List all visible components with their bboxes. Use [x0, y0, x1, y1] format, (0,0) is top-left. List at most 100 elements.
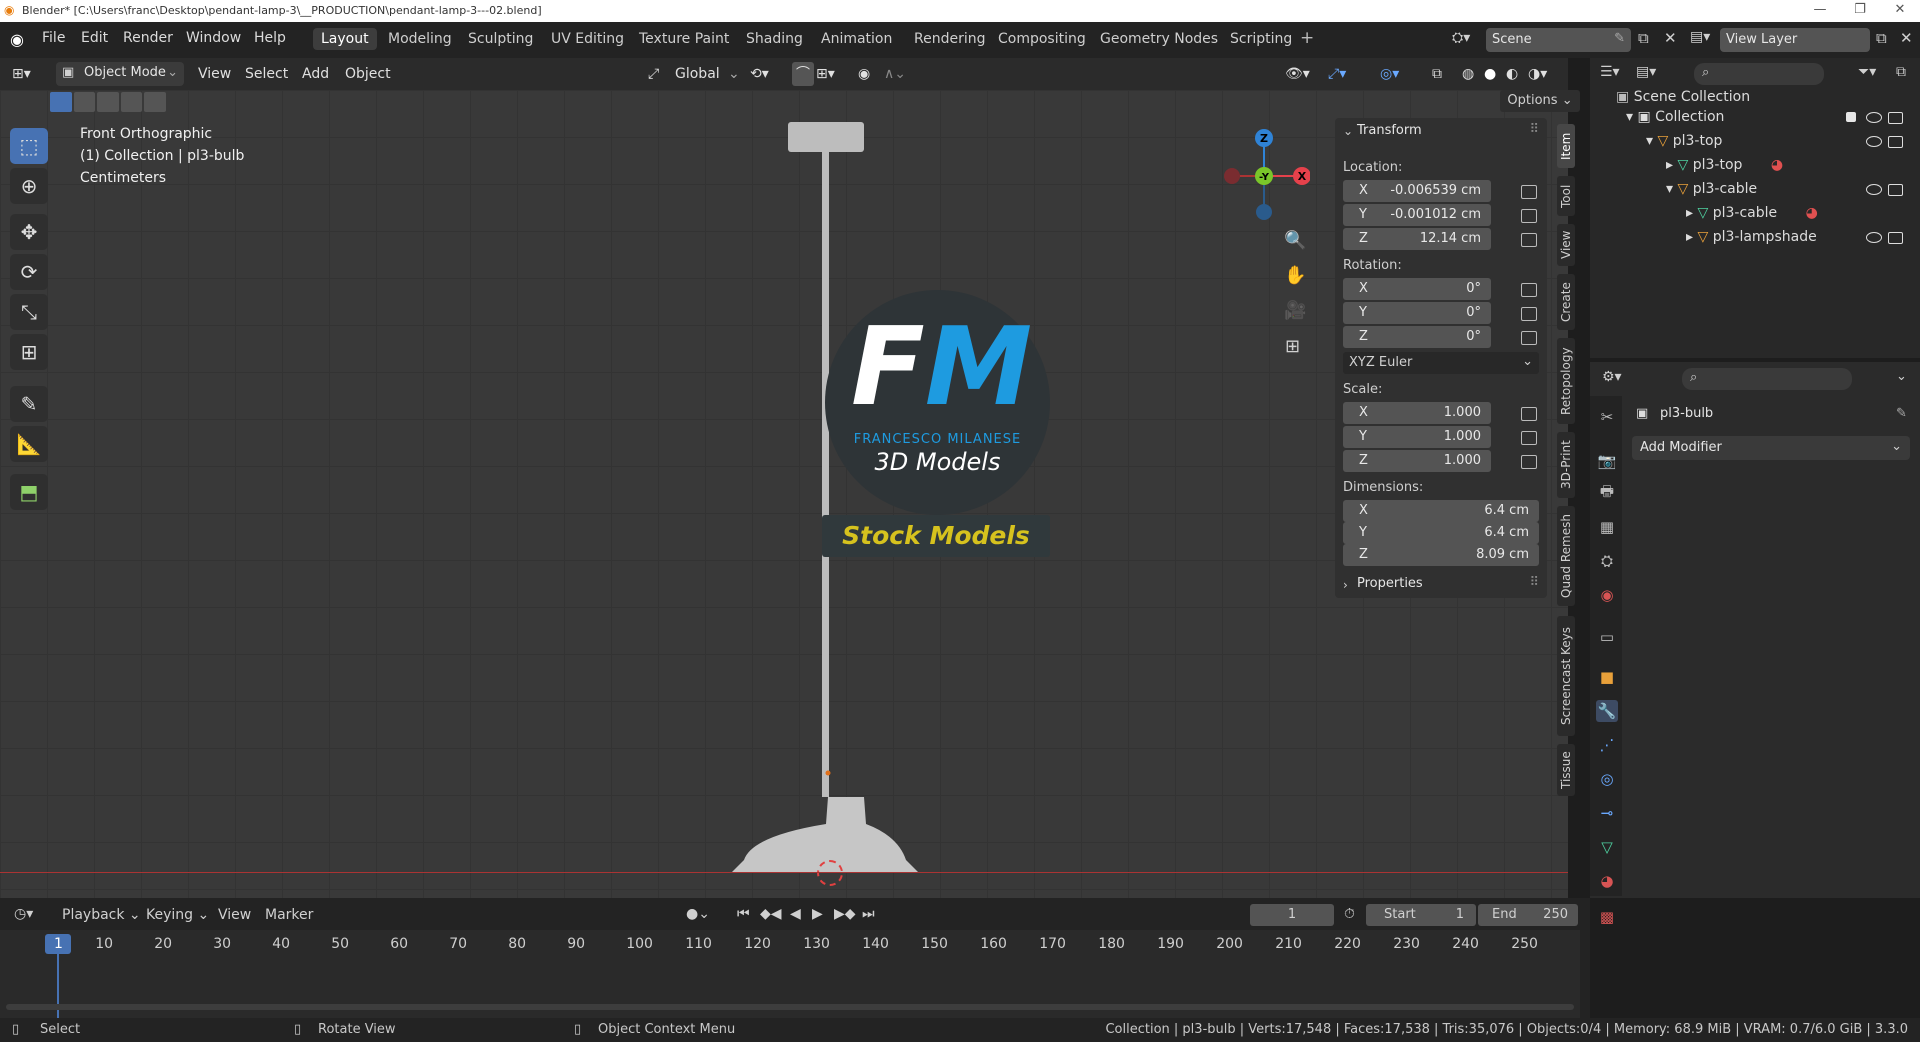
camera-icon[interactable] [1888, 184, 1903, 196]
expand-chevron-icon[interactable]: › [1343, 578, 1348, 592]
wireframe-shading-icon[interactable]: ◍ [1462, 62, 1474, 86]
material-shading-icon[interactable]: ◐ [1506, 62, 1518, 86]
select-subtract-icon[interactable] [97, 92, 119, 112]
world-props-icon[interactable]: ◉ [1596, 584, 1618, 606]
editor-type-icon[interactable]: ⊞▾ [12, 62, 31, 86]
rotate-tool-icon[interactable]: ⟳ [10, 254, 48, 290]
menu-window[interactable]: Window [186, 30, 241, 46]
collapse-chevron-icon[interactable]: ⌄ [1343, 124, 1353, 138]
transform-tool-icon[interactable]: ⊞ [10, 334, 48, 370]
solid-shading-icon[interactable]: ● [1484, 62, 1496, 86]
camera-icon[interactable] [1888, 112, 1903, 124]
gizmo-neg-x-icon[interactable] [1224, 168, 1240, 184]
pan-hand-icon[interactable]: ✋ [1284, 265, 1306, 286]
camera-view-icon[interactable]: 🎥 [1284, 300, 1306, 321]
location-x-field[interactable]: X -0.006539 cm [1343, 180, 1491, 202]
current-frame-field[interactable]: 1 [1250, 904, 1334, 926]
collapse-icon[interactable]: ▾ [1646, 133, 1653, 149]
next-keyframe-icon[interactable]: ▶◆ [834, 906, 856, 922]
jump-end-icon[interactable]: ⏭ [862, 906, 875, 922]
tab-screencast-keys[interactable]: Screencast Keys [1557, 616, 1575, 736]
restore-icon[interactable]: ❐ [1840, 2, 1880, 17]
remove-scene-icon[interactable]: ✕ [1664, 29, 1677, 47]
scene-icon[interactable]: ⛭▾ [1452, 30, 1470, 46]
tab-quad-remesh[interactable]: Quad Remesh [1557, 506, 1575, 606]
new-scene-icon[interactable]: ⧉ [1638, 29, 1649, 47]
navigation-gizmo[interactable]: Z X -Y [1210, 128, 1310, 238]
drag-handle-icon[interactable]: ⠿ [1529, 575, 1539, 590]
move-tool-icon[interactable]: ✥ [10, 214, 48, 250]
menu-render[interactable]: Render [123, 30, 173, 46]
tab-sculpting[interactable]: Sculpting [460, 28, 541, 50]
rendered-shading-icon[interactable]: ◑▾ [1528, 62, 1547, 86]
menu-view[interactable]: View [198, 62, 231, 86]
properties-search-input[interactable]: ⌕ [1682, 368, 1852, 390]
particles-props-icon[interactable]: ⋰ [1596, 734, 1618, 756]
proportional-edit-icon[interactable]: ◉ [858, 62, 870, 86]
pivot-icon[interactable]: ⟲▾ [750, 62, 769, 86]
checkbox-icon[interactable] [1846, 112, 1856, 122]
output-props-icon[interactable]: 🖶 [1596, 482, 1618, 504]
tab-uv-editing[interactable]: UV Editing [543, 28, 632, 50]
options-button[interactable]: Options ⌄ [1500, 90, 1580, 112]
tool-props-icon[interactable]: ✂ [1596, 406, 1618, 428]
annotate-tool-icon[interactable]: ✎ [10, 386, 48, 422]
filter-icon[interactable]: ⏷▾ [1858, 64, 1876, 80]
lamp-canopy[interactable] [788, 122, 864, 152]
collection-props-icon[interactable]: ▭ [1596, 626, 1618, 648]
scale-x-field[interactable]: X 1.000 [1343, 402, 1491, 424]
tab-tissue[interactable]: Tissue [1557, 744, 1575, 796]
lock-icon[interactable] [1521, 331, 1537, 345]
mode-dropdown[interactable]: ▣ Object Mode ⌄ [56, 62, 184, 86]
playback-menu[interactable]: Playback ⌄ [62, 907, 141, 923]
menu-help[interactable]: Help [254, 30, 286, 46]
tab-texture-paint[interactable]: Texture Paint [631, 28, 737, 50]
add-workspace-icon[interactable]: + [1300, 28, 1314, 48]
menu-select[interactable]: Select [245, 62, 288, 86]
texture-props-icon[interactable]: ▩ [1596, 906, 1618, 928]
outliner-search-input[interactable]: ⌕ [1694, 63, 1824, 85]
tab-compositing[interactable]: Compositing [990, 28, 1094, 50]
new-view-layer-icon[interactable]: ⧉ [1876, 29, 1887, 47]
dimensions-y-field[interactable]: Y 6.4 cm [1343, 522, 1539, 544]
rotation-y-field[interactable]: Y 0° [1343, 302, 1491, 324]
menu-file[interactable]: File [42, 30, 65, 46]
expand-icon[interactable]: ▸ [1686, 229, 1693, 245]
tab-rendering[interactable]: Rendering [906, 28, 994, 50]
collapse-icon[interactable]: ▾ [1666, 181, 1673, 197]
lock-icon[interactable] [1521, 209, 1537, 223]
prev-keyframe-icon[interactable]: ◆◀ [760, 906, 782, 922]
camera-icon[interactable] [1888, 136, 1903, 148]
3d-viewport[interactable]: Front Orthographic (1) Collection | pl3-… [0, 90, 1580, 898]
view-layer-props-icon[interactable]: ▦ [1596, 516, 1618, 538]
eye-icon[interactable] [1866, 184, 1882, 195]
orientation-dropdown[interactable]: Global [675, 62, 720, 86]
modifier-props-icon[interactable]: 🔧 [1596, 700, 1618, 722]
outliner-row-pl3-lampshade[interactable]: ▸ ▽ pl3-lampshade [1686, 226, 1916, 248]
record-icon[interactable]: ●⌄ [686, 906, 710, 922]
tab-tool[interactable]: Tool [1557, 176, 1575, 216]
scene-field[interactable]: Scene ✎ [1486, 28, 1631, 52]
add-cube-tool-icon[interactable]: ⬒ [10, 474, 48, 510]
material-props-icon[interactable]: ◕ [1596, 870, 1618, 892]
timeline-scrollbar[interactable] [6, 1004, 1574, 1010]
expand-icon[interactable]: ▸ [1666, 157, 1673, 173]
collapse-icon[interactable]: ▾ [1626, 109, 1633, 125]
tab-3d-print[interactable]: 3D-Print [1557, 432, 1575, 498]
select-box-tool-icon[interactable]: ⬚ [10, 128, 48, 164]
data-props-icon[interactable]: ▽ [1596, 836, 1618, 858]
scene-props-icon[interactable]: ⛭ [1596, 550, 1618, 572]
blender-menu-icon[interactable]: ◉ [10, 30, 24, 49]
menu-object[interactable]: Object [345, 62, 391, 86]
outliner-scene-collection[interactable]: ▣ Scene Collection [1616, 86, 1750, 108]
menu-add[interactable]: Add [302, 62, 329, 86]
rotation-mode-dropdown[interactable]: XYZ Euler ⌄ [1343, 352, 1539, 374]
lock-icon[interactable] [1521, 283, 1537, 297]
scale-tool-icon[interactable]: ⤡ [10, 294, 48, 330]
lock-icon[interactable] [1521, 455, 1537, 469]
overlays-icon[interactable]: ◎▾ [1380, 62, 1399, 86]
outliner-row-pl3-top[interactable]: ▾ ▽ pl3-top [1646, 130, 1916, 152]
pin-icon[interactable]: ✎ [1896, 406, 1907, 421]
object-props-icon[interactable]: ■ [1596, 666, 1618, 688]
timeline-editor-icon[interactable]: ◷▾ [14, 906, 33, 922]
